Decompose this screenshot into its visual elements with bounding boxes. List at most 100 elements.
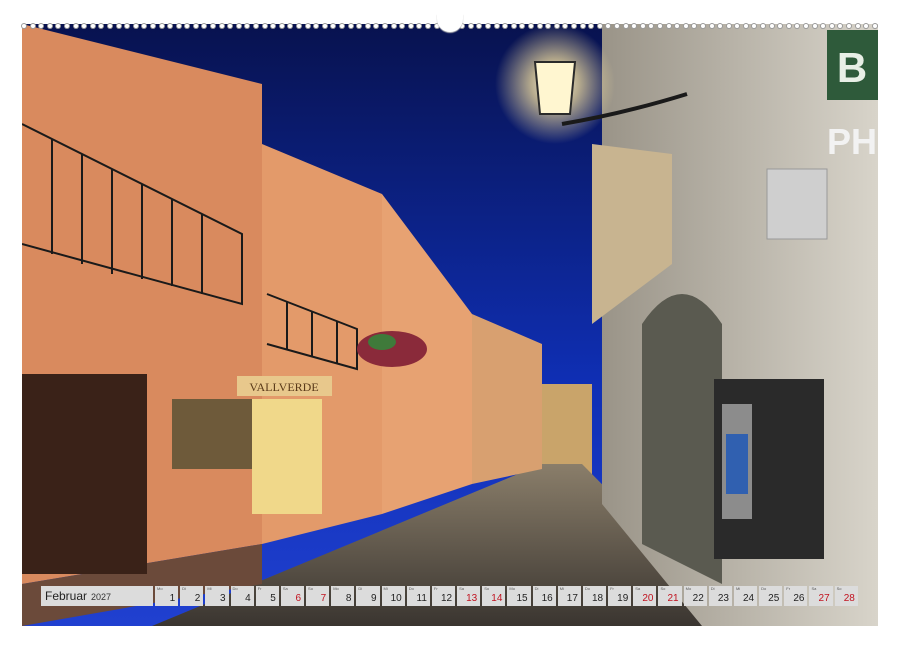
binding-hole [649,24,654,28]
binding-hole [64,24,69,28]
shop-doorway [252,399,322,514]
year-label: 2027 [91,591,112,602]
binding-hole [245,24,250,28]
calendar-day: Sa 27 [809,586,833,606]
binding-hole [228,24,233,28]
weekday-label: Sa [282,586,288,591]
binding-hole [778,24,783,28]
day-number: 2 [194,593,201,604]
weekday-label: Di [182,586,186,591]
binding-hole [640,24,645,28]
weekday-label: So [484,586,490,591]
day-number: 10 [390,593,402,604]
calendar-day: Do 4 [230,586,254,606]
binding-hole [855,24,860,28]
weekday-label: Fr [610,586,614,591]
weekday-label: Di [534,586,539,591]
binding-hole [271,24,276,28]
binding-hole [477,24,482,28]
day-number: 28 [843,593,855,604]
binding-hole [743,24,748,28]
day-number: 6 [295,593,302,604]
calendar-day: Do 11 [406,586,430,606]
binding-hole [254,24,259,28]
binding-hole [872,24,877,28]
weekday-label: Di [358,586,363,591]
binding-hole [503,24,508,28]
binding-hole [657,24,662,28]
arched-doorway [642,294,722,584]
binding-hole [288,24,293,28]
binding-hole [417,24,422,28]
weekday-label: So [660,586,666,591]
shop-sign-text: VALLVERDE [249,380,318,394]
calendar-day: Mi 10 [381,586,405,606]
day-number: 23 [717,593,729,604]
binding-hole [297,24,301,28]
day-number: 3 [219,593,226,604]
day-number: 17 [566,593,578,604]
binding-hole [219,24,224,28]
binding-hole [107,24,112,28]
binding-hole [357,24,362,28]
weekday-label: Sa [635,586,641,591]
calendar-day: Di 23 [708,586,732,606]
day-number: 21 [667,593,679,604]
day-number: 16 [541,593,553,604]
binding-hole [486,24,491,28]
binding-hole [116,24,121,28]
binding-hole [606,24,611,28]
flower-box [357,331,427,367]
binding-hole [348,24,353,28]
day-number: 19 [617,593,629,604]
calendar-day: Fr 26 [784,586,808,606]
binding-hole [623,24,628,28]
day-number: 20 [642,593,654,604]
binding-hole [236,24,241,28]
binding-hole [511,24,516,28]
binding-hole [90,24,95,28]
binding-hole [374,24,379,28]
shop-window [172,399,252,469]
day-number: 8 [345,593,352,604]
calendar-day: Sa 6 [280,586,305,606]
binding-hole [786,24,791,28]
binding-hole [572,24,576,28]
month-label-box: Februar 2027 [41,586,153,606]
binding-hole [735,24,740,28]
binding-hole [709,24,714,28]
binding-hole [305,24,310,28]
weekday-label: So [836,586,842,591]
weekday-label: Do [761,586,767,591]
weekday-label: So [308,586,313,591]
binding-hole [632,24,637,28]
binding-hole [468,24,473,28]
binding-hole [47,24,52,28]
binding-hole [99,24,104,28]
calendar-day: Di 16 [532,586,556,606]
day-number: 24 [743,593,755,604]
binding-hole [829,24,834,28]
binding-hole [125,24,130,28]
calendar-day: So 14 [482,586,506,606]
day-number: 15 [516,593,528,604]
calendar-day: So 28 [834,586,858,606]
wall-box [766,168,828,240]
calendar-strip: Februar 2027 Mo 1 Di 2 Mi 3 Do 4 Fr 5 Sa 6 So 7 Mo 8 Di 9… [41,586,858,606]
binding-hole [150,24,155,28]
weekday-label: Do [408,586,414,591]
binding-hole [331,24,336,28]
binding-hole [752,24,757,28]
binding-hole [73,24,78,28]
street-scene: VALLVERDE B PH [22,24,878,626]
binding-hole [589,24,594,28]
day-number: 14 [491,593,503,604]
weekday-label: Do [584,586,591,591]
binding-hole [202,24,207,28]
day-number: 18 [591,593,604,604]
calendar-day: Mi 17 [557,586,581,606]
weekday-label: Fr [433,586,438,591]
calendar-day: Do 18 [582,586,607,606]
calendar-day: Di 2 [180,586,204,606]
binding-hole [425,24,430,28]
